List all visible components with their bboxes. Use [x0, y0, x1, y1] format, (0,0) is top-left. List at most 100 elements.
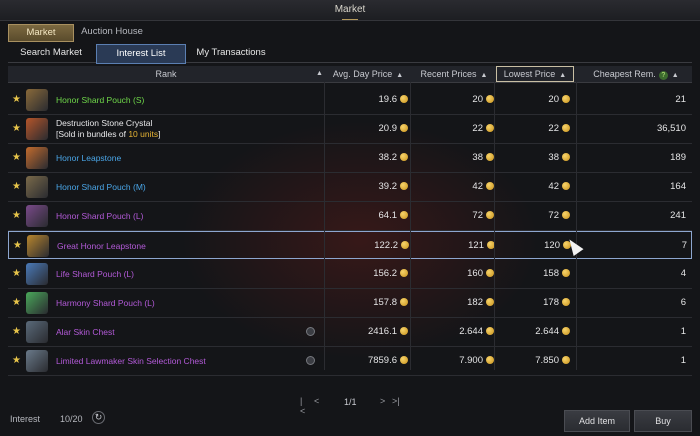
avg-day-price: 39.2 [326, 173, 408, 201]
gold-coin-icon [400, 356, 408, 364]
gold-coin-icon [486, 211, 494, 219]
table-row[interactable]: ★ Destruction Stone Crystal [Sold in bundl… [8, 115, 692, 144]
item-icon [26, 147, 48, 169]
recent-price: 38 [412, 144, 494, 172]
search-icon[interactable] [306, 327, 315, 336]
favorite-star-icon[interactable]: ★ [12, 153, 21, 163]
recent-price: 160 [412, 260, 494, 288]
gold-coin-icon [400, 182, 408, 190]
next-page-icon[interactable]: > [380, 396, 385, 406]
item-name: Limited Lawmaker Skin Selection Chest [56, 356, 206, 366]
recent-price: 20 [412, 86, 494, 114]
gold-coin-icon [400, 153, 408, 161]
item-name: Honor Leapstone [56, 153, 122, 163]
tab-market[interactable]: Market [8, 24, 74, 42]
first-page-icon[interactable]: |< [300, 396, 305, 416]
item-icon [26, 321, 48, 343]
item-name: Honor Shard Pouch (L) [56, 211, 144, 221]
gold-coin-icon [562, 269, 570, 277]
table-row[interactable]: ★ Honor Shard Pouch (L) 64.1 72 72 241 [8, 202, 692, 231]
col-avg-label: Avg. Day Price [332, 69, 393, 79]
avg-day-price: 156.2 [326, 260, 408, 288]
table-row[interactable]: ★ Honor Shard Pouch (M) 39.2 42 42 164 [8, 173, 692, 202]
cheapest-remaining: 7 [681, 240, 687, 251]
search-icon[interactable] [306, 356, 315, 365]
cheapest-remaining: 1 [680, 355, 686, 366]
col-cheapest-rem[interactable]: Cheapest Rem.? ▲ [580, 66, 692, 82]
favorite-star-icon[interactable]: ★ [12, 298, 21, 308]
prev-page-icon[interactable]: < [314, 396, 319, 406]
gold-coin-icon [401, 241, 409, 249]
tab-interest-list[interactable]: Interest List [96, 44, 186, 64]
add-item-button[interactable]: Add Item [564, 410, 630, 432]
sort-arrow-icon: ▲ [559, 72, 567, 79]
cheapest-remaining: 164 [670, 181, 686, 192]
item-icon [26, 205, 48, 227]
lowest-price: 72 [496, 202, 570, 230]
interest-label: Interest [10, 414, 41, 424]
item-name: Destruction Stone Crystal [Sold in bundle… [56, 118, 161, 139]
item-icon [26, 176, 48, 198]
lowest-price: 42 [496, 173, 570, 201]
table-row[interactable]: ★ Harmony Shard Pouch (L) 157.8 182 178 6 [8, 289, 692, 318]
last-page-icon[interactable]: >| [392, 396, 400, 406]
col-lowest-price[interactable]: Lowest Price ▲ [496, 66, 574, 82]
gold-coin-icon [400, 95, 408, 103]
favorite-star-icon[interactable]: ★ [12, 269, 21, 279]
favorite-star-icon[interactable]: ★ [13, 241, 22, 251]
col-recent-label: Recent Prices [420, 69, 477, 79]
column-divider [324, 82, 325, 370]
help-icon[interactable]: ? [658, 71, 668, 80]
recent-price: 2.644 [412, 318, 494, 346]
recent-price: 42 [412, 173, 494, 201]
favorite-star-icon[interactable]: ★ [12, 356, 21, 366]
favorite-star-icon[interactable]: ★ [12, 182, 21, 192]
buy-button[interactable]: Buy [634, 410, 692, 432]
refresh-icon[interactable]: ↻ [92, 411, 105, 424]
page-indicator: 1/1 [344, 397, 357, 407]
col-avg-day-price[interactable]: Avg. Day Price ▲ [326, 66, 410, 82]
lowest-price: 20 [496, 86, 570, 114]
gold-coin-icon [400, 269, 408, 277]
favorite-star-icon[interactable]: ★ [12, 327, 21, 337]
column-divider [494, 82, 495, 370]
table-row[interactable]: ★ Honor Shard Pouch (S) 19.6 20 20 21 [8, 86, 692, 115]
lowest-price: 38 [496, 144, 570, 172]
column-divider [576, 82, 577, 370]
avg-day-price: 19.6 [326, 86, 408, 114]
table-row[interactable]: ★ Alar Skin Chest 2416.1 2.644 2.644 1 [8, 318, 692, 347]
item-icon [26, 263, 48, 285]
avg-day-price: 64.1 [326, 202, 408, 230]
cheapest-remaining: 241 [670, 210, 686, 221]
gold-coin-icon [400, 298, 408, 306]
table-row[interactable]: ★ Honor Leapstone 38.2 38 38 189 [8, 144, 692, 173]
col-rank[interactable]: Rank [8, 66, 324, 82]
table-row[interactable]: ★ Great Honor Leapstone 122.2 121 120 7 [8, 231, 692, 259]
sort-arrow-icon[interactable]: ▲ [316, 70, 323, 77]
tab-my-transactions[interactable]: My Transactions [192, 44, 270, 62]
item-icon [26, 292, 48, 314]
favorite-star-icon[interactable]: ★ [12, 95, 21, 105]
gold-coin-icon [562, 95, 570, 103]
cheapest-remaining: 6 [680, 297, 686, 308]
gold-coin-icon [562, 153, 570, 161]
gold-coin-icon [486, 153, 494, 161]
favorite-star-icon[interactable]: ★ [12, 124, 21, 134]
favorite-star-icon[interactable]: ★ [12, 211, 21, 221]
tab-search-market[interactable]: Search Market [14, 44, 88, 62]
gold-coin-icon [562, 182, 570, 190]
item-icon [27, 235, 49, 257]
avg-day-price: 7859.6 [326, 347, 408, 375]
gold-coin-icon [486, 356, 494, 364]
table-row[interactable]: ★ Life Shard Pouch (L) 156.2 160 158 4 [8, 260, 692, 289]
table-row[interactable]: ★ Limited Lawmaker Skin Selection Chest 78… [8, 347, 692, 376]
avg-day-price: 20.9 [326, 115, 408, 143]
gold-coin-icon [400, 124, 408, 132]
gold-coin-icon [400, 327, 408, 335]
tab-auction-house[interactable]: Auction House [76, 24, 148, 40]
item-name: Alar Skin Chest [56, 327, 115, 337]
sub-tabs: Search Market Interest List My Transacti… [8, 44, 692, 64]
col-recent-prices[interactable]: Recent Prices ▲ [412, 66, 496, 82]
gold-coin-icon [562, 327, 570, 335]
recent-price: 22 [412, 115, 494, 143]
